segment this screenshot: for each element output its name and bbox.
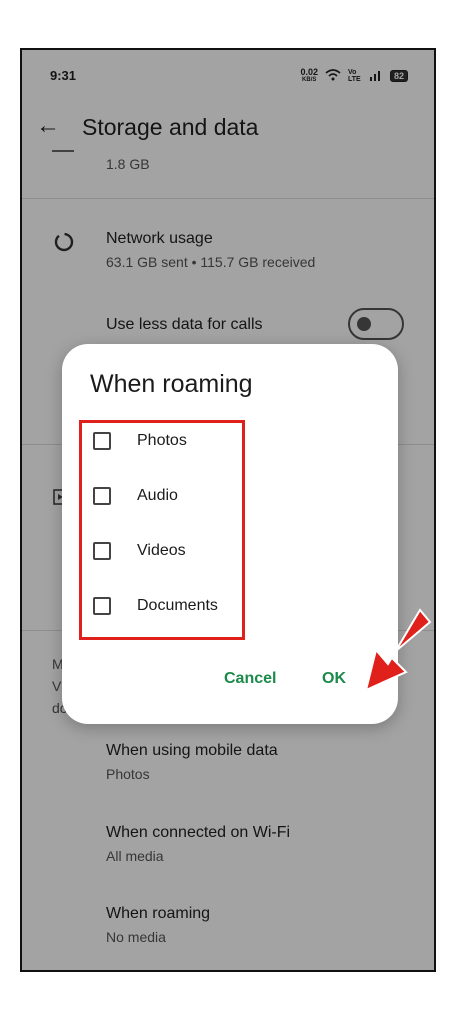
dialog-title: When roaming [90, 370, 253, 398]
option-label: Audio [137, 487, 178, 504]
checkbox[interactable] [93, 597, 111, 615]
checkbox[interactable] [93, 542, 111, 560]
option-audio[interactable]: Audio [93, 484, 178, 508]
option-label: Photos [137, 432, 187, 449]
checkbox[interactable] [93, 432, 111, 450]
phone-frame: 9:31 0.02 KB/S Vo LTE 82 ← Storage and d… [20, 48, 436, 972]
screen: 9:31 0.02 KB/S Vo LTE 82 ← Storage and d… [22, 50, 434, 970]
option-videos[interactable]: Videos [93, 539, 186, 563]
option-photos[interactable]: Photos [93, 429, 187, 453]
option-label: Documents [137, 597, 218, 614]
cancel-button[interactable]: Cancel [224, 670, 276, 688]
checkbox[interactable] [93, 487, 111, 505]
option-label: Videos [137, 542, 186, 559]
annotation-arrow-icon [364, 608, 432, 692]
option-documents[interactable]: Documents [93, 594, 218, 618]
